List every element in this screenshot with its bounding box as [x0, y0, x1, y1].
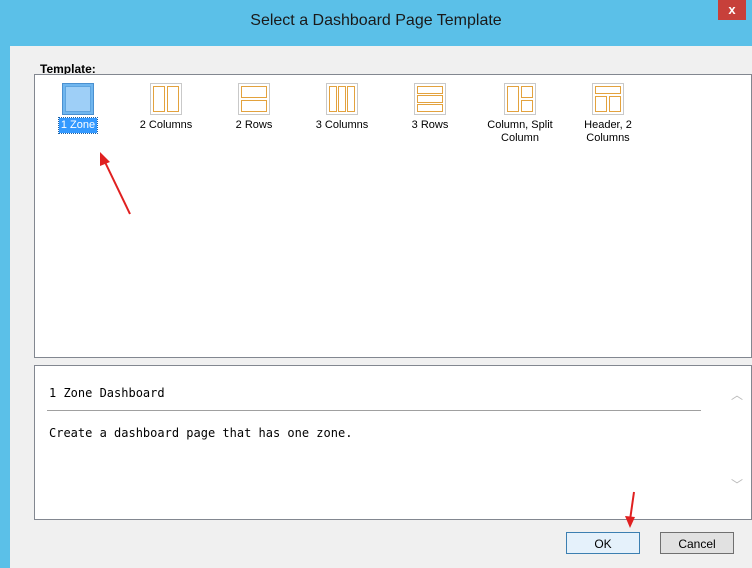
ok-button[interactable]: OK [566, 532, 640, 554]
dialog-window: Select a Dashboard Page Template x Templ… [0, 0, 752, 568]
template-label-text: 3 Columns [315, 119, 369, 131]
annotation-arrow-icon [625, 491, 635, 528]
two-rows-icon [238, 83, 270, 115]
description-divider [47, 410, 701, 411]
description-text: Create a dashboard page that has one zon… [49, 426, 353, 440]
template-list[interactable]: 1 Zone 2 Columns 2 Rows 3 Columns 3 Rows… [34, 74, 752, 358]
template-item-2-columns[interactable]: 2 Columns [123, 83, 209, 133]
template-item-1-zone[interactable]: 1 Zone [35, 83, 121, 134]
title-bar[interactable]: Select a Dashboard Page Template x [0, 0, 752, 46]
template-label-text: Header, 2 Columns [584, 119, 632, 144]
dialog-title: Select a Dashboard Page Template [250, 12, 502, 29]
template-item-header-2-columns[interactable]: Header, 2 Columns [565, 83, 651, 146]
cancel-button[interactable]: Cancel [660, 532, 734, 554]
close-button[interactable]: x [718, 0, 746, 20]
template-item-2-rows[interactable]: 2 Rows [211, 83, 297, 133]
template-description-panel: 1 Zone Dashboard Create a dashboard page… [34, 365, 752, 520]
annotation-arrow-icon [100, 152, 131, 215]
scroll-up-icon[interactable]: ︿ [731, 386, 743, 403]
template-label-text: 3 Rows [411, 119, 449, 131]
three-rows-icon [414, 83, 446, 115]
template-label-text: 2 Columns [139, 119, 193, 131]
template-label-text: 2 Rows [235, 119, 273, 131]
template-label-text: Column, Split Column [487, 119, 553, 144]
one-zone-icon [62, 83, 94, 115]
scroll-down-icon[interactable]: ﹀ [731, 476, 743, 493]
template-item-3-rows[interactable]: 3 Rows [387, 83, 473, 133]
header-two-columns-icon [592, 83, 624, 115]
column-split-column-icon [504, 83, 536, 115]
description-title: 1 Zone Dashboard [49, 386, 165, 400]
description-scrollbar[interactable]: ︿ ﹀ [729, 366, 751, 519]
template-item-3-columns[interactable]: 3 Columns [299, 83, 385, 133]
two-columns-icon [150, 83, 182, 115]
template-label-text: 1 Zone [57, 117, 99, 134]
three-columns-icon [326, 83, 358, 115]
template-item-column-split-column[interactable]: Column, Split Column [477, 83, 563, 146]
